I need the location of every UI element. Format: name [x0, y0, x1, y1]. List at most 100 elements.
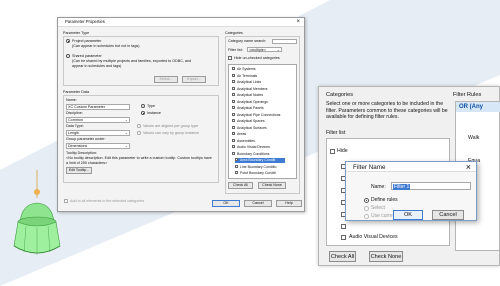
category-checkbox[interactable] [231, 106, 235, 110]
categories-label: Categories [225, 31, 243, 35]
category-checkbox[interactable] [341, 235, 346, 240]
category-label: Analytical Links [237, 80, 262, 84]
filter-name-value: Filter 1 [393, 183, 411, 190]
category-list[interactable]: Air Systems Air Terminals Analytical Lin… [228, 64, 297, 179]
add-all-checkbox[interactable] [64, 199, 68, 203]
category-checkbox[interactable] [231, 138, 235, 142]
dialog-title: Parameter Properties [65, 19, 105, 24]
filter-name-titlebar: Filter Name × [346, 162, 476, 172]
category-label: Area Boundary Conditi [240, 158, 276, 162]
shared-parameter-label: Shared parameter [72, 54, 102, 58]
category-checkbox[interactable] [231, 67, 235, 71]
param-type-label: Parameter Type [63, 31, 90, 35]
tooltip-text-1: <No tooltip description. Edit this param… [66, 156, 212, 160]
ok-button[interactable]: OK [212, 200, 240, 207]
filter-list-label: Filter list: [228, 48, 243, 52]
param-data-label: Parameter Data [63, 90, 90, 94]
category-search-input[interactable] [272, 39, 297, 44]
select-radio[interactable] [364, 206, 369, 211]
rules-item-1[interactable]: Walk [468, 135, 479, 141]
vary-values-label: Values can vary by group instance [143, 131, 200, 135]
category-checkbox[interactable] [231, 132, 235, 136]
hide-unchecked-checkbox[interactable] [228, 56, 232, 60]
instance-radio[interactable] [141, 111, 145, 115]
tooltip-label: Tooltip Description: [66, 151, 98, 155]
category-checkbox[interactable] [231, 125, 235, 129]
category-checkbox[interactable] [231, 93, 235, 97]
categories-heading: Categories [326, 92, 354, 98]
filter-name-input[interactable]: Filter 1 [391, 182, 471, 190]
category-checkbox[interactable] [234, 164, 238, 168]
category-checkbox[interactable] [231, 99, 235, 103]
parameter-properties-dialog: Parameter Properties × Parameter Type Pr… [57, 17, 305, 212]
select-button[interactable]: Select... [154, 76, 178, 83]
hide-label: Hide [337, 148, 348, 154]
close-icon[interactable]: × [296, 19, 300, 25]
group-under-select[interactable]: Dimensions ⌄ [66, 143, 130, 149]
aligned-values-label: Values are aligned per group type [143, 124, 199, 128]
select-label: Select [371, 205, 385, 211]
chevron-down-icon: ⌄ [124, 144, 128, 148]
aligned-values-radio[interactable] [137, 124, 141, 128]
category-search-label: Category name search: [228, 39, 267, 43]
help-button[interactable]: Help [276, 200, 302, 207]
group-under-label: Group parameter under: [66, 137, 106, 141]
filter-name-cancel-button[interactable]: Cancel [432, 210, 464, 220]
dialog-titlebar: Parameter Properties × [58, 18, 304, 27]
define-rules-label: Define rules [371, 197, 398, 203]
project-parameter-note: (Can appear in schedules but not in tags… [72, 44, 140, 48]
close-icon[interactable]: × [466, 162, 471, 172]
category-checkbox[interactable] [231, 151, 235, 155]
category-checkbox[interactable] [231, 112, 235, 116]
category-checkbox[interactable] [234, 158, 238, 162]
project-parameter-label: Project parameter [72, 39, 102, 43]
list-item-selected[interactable]: Area Boundary Conditi [234, 158, 285, 163]
categories-description: Select one or more categories to be incl… [326, 101, 448, 121]
filter-list-label-2: Filter list [326, 130, 346, 136]
check-all-button[interactable]: Check All [228, 182, 253, 189]
type-radio[interactable] [141, 104, 145, 108]
category-label: Analytical Panels [237, 106, 264, 110]
category-checkbox[interactable] [234, 171, 238, 175]
category-label: Air Systems [237, 67, 256, 71]
discipline-select[interactable]: Common ⌄ [66, 117, 130, 123]
category-label: Line Boundary Conditio [240, 164, 277, 169]
category-label: Assemblies [237, 138, 255, 143]
project-parameter-radio[interactable] [66, 39, 70, 43]
shared-parameter-note-1: (Can be shared by multiple projects and … [72, 59, 192, 63]
edit-tooltip-button[interactable]: Edit Tooltip... [66, 167, 92, 174]
datatype-value: Length [68, 131, 80, 135]
chevron-down-icon: ⌄ [124, 131, 128, 135]
vary-values-radio[interactable] [137, 131, 141, 135]
chevron-down-icon: ⌄ [124, 118, 128, 122]
category-checkbox[interactable] [231, 73, 235, 77]
check-none-button-2[interactable]: Check None [369, 251, 403, 262]
category-label: Point Boundary Conditi [240, 171, 276, 175]
check-none-button[interactable]: Check None [258, 182, 286, 189]
filter-name-title: Filter Name [353, 163, 386, 171]
shared-parameter-radio[interactable] [66, 54, 70, 58]
category-label: Analytical Spaces [237, 119, 265, 123]
category-label: Boundary Conditions [237, 151, 270, 156]
rules-operator-select[interactable]: OR (Any [456, 102, 500, 112]
name-field[interactable]: XC Custom Parameter [66, 104, 130, 110]
filter-list-select[interactable]: <multiple> ⌄ [247, 47, 282, 52]
category-label: Analytical Openings [237, 99, 268, 104]
export-button[interactable]: Export... [182, 76, 206, 83]
category-checkbox[interactable] [231, 119, 235, 123]
use-current-radio[interactable] [364, 214, 369, 219]
cancel-button[interactable]: Cancel [244, 200, 272, 207]
filter-name-ok-button[interactable]: OK [393, 210, 423, 220]
filter-rules-heading: Filter Rules [453, 92, 482, 98]
category-checkbox[interactable] [231, 145, 235, 149]
check-all-button-2[interactable]: Check All [329, 251, 356, 262]
category-checkbox[interactable] [231, 80, 235, 84]
group-under-value: Dimensions [68, 144, 88, 148]
shared-parameter-note-2: appear in schedules and tags) [72, 64, 122, 68]
define-rules-radio[interactable] [364, 198, 369, 203]
category-checkbox[interactable] [341, 224, 346, 229]
category-checkbox[interactable] [231, 86, 235, 90]
datatype-select[interactable]: Length ⌄ [66, 130, 130, 136]
hide-checkbox[interactable] [330, 149, 335, 154]
category-label: Analytical Nodes [237, 93, 264, 97]
